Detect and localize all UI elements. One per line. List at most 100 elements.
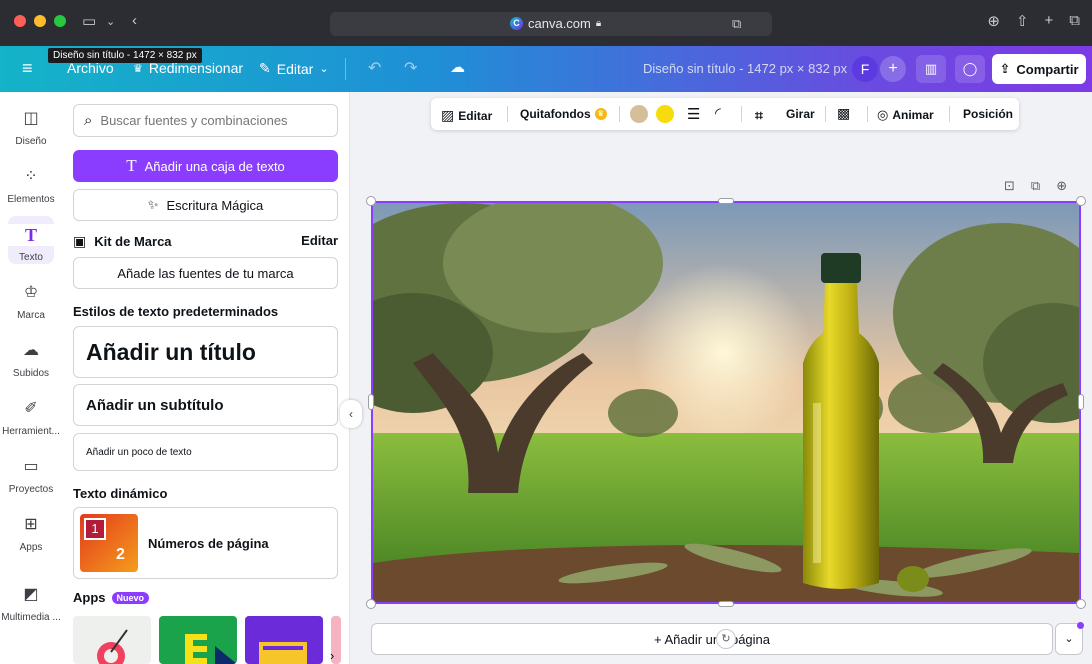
edit-image-button[interactable]: ▨ Editar [441,107,492,124]
add-body-text-button[interactable]: Añadir un poco de texto [73,433,338,471]
divider [949,106,950,122]
resize-handle[interactable] [718,198,734,204]
crown-icon: ♛ [133,62,143,75]
new-badge: Nuevo [111,591,150,604]
rail-label: Subidos [12,368,50,379]
transparency-icon[interactable]: ▩ [837,105,850,122]
rail-label: Apps [19,542,43,553]
chevron-right-icon[interactable]: › [330,648,334,663]
upload-share-icon: ⇪ [999,61,1011,76]
design-artboard[interactable] [371,201,1081,604]
rail-item-brand[interactable]: ♔ Marca [0,282,62,321]
bg-remover-button[interactable]: Quitafondos ♛ [520,107,607,121]
minimize-window-button[interactable] [34,15,46,27]
resize-handle[interactable] [368,394,374,410]
back-icon[interactable]: ‹ [132,12,137,29]
media-icon: ◩ [23,586,39,603]
resize-handle[interactable] [366,196,376,206]
collapse-panel-button[interactable]: ‹ [340,400,362,428]
duplicate-icon[interactable]: ⧉ [1031,178,1040,194]
add-title-button[interactable]: Añadir un título [73,326,338,378]
pages-expand-button[interactable]: ⌄ [1055,622,1084,655]
resize-handle[interactable] [718,601,734,607]
text-icon: T [126,156,137,175]
search-input[interactable] [100,113,321,128]
text-icon: T [0,224,62,246]
redo-icon[interactable]: ↷ [404,58,417,78]
corner-rounding-icon[interactable]: ◜ [715,104,721,122]
hamburger-icon[interactable]: ≡ [22,58,33,79]
divider [741,106,742,122]
insights-chart-icon[interactable]: ▥ [916,55,946,83]
olive-oil-image[interactable] [373,203,1079,602]
edit-image-label: Editar [458,108,493,123]
image-context-toolbar: ▨ Editar Quitafondos ♛ ☰ ◜ ⌗ Girar ▩ ◎ A… [431,98,1019,130]
add-text-box-button[interactable]: T Añadir una caja de texto [73,150,338,182]
app-thumbnail[interactable] [159,616,237,664]
comment-icon[interactable]: ◯ [955,55,985,83]
rail-item-projects[interactable]: ▭ Proyectos [0,456,62,495]
divider [825,106,826,122]
brand-icon: ♔ [23,284,39,301]
lock-icon: 🔒︎ [595,18,602,29]
rail-item-media[interactable]: ◩ Multimedia ... [0,584,62,623]
resize-handle[interactable] [366,599,376,609]
page-tools: ⊡ ⧉ ⊕ [1004,178,1067,194]
tabs-icon[interactable]: ⧉ [1069,12,1080,30]
rail-item-tools[interactable]: ✐ Herramient... [0,398,62,437]
avatar[interactable]: F [852,56,878,82]
add-brand-fonts-button[interactable]: Añade las fuentes de tu marca [73,257,338,289]
document-title[interactable]: Diseño sin título - 1472 px × 832 px [643,61,847,76]
shapes-icon: ⁘ [24,168,38,185]
page-numbers-card[interactable]: 1 2 Números de página [73,507,338,579]
stroke-weight-icon[interactable]: ☰ [687,105,700,123]
apps-label: Apps [73,590,106,605]
chevron-down-icon: ⌄ [319,63,329,75]
share-button[interactable]: ⇪ Compartir [992,54,1086,84]
tab-overview-icon[interactable]: ⧉ [732,16,741,32]
resize-handle[interactable] [1076,196,1086,206]
color-swatch[interactable] [656,105,674,123]
resize-handle[interactable] [1076,599,1086,609]
rail-item-text[interactable]: T Texto [0,224,62,263]
page-numbers-thumbnail: 1 2 [80,514,138,572]
add-page-icon[interactable]: ⊕ [1056,178,1067,194]
rotate-button[interactable]: Girar [786,107,815,121]
download-icon[interactable]: ⊕ [987,12,1000,30]
chevron-down-icon[interactable]: ⌄ [106,15,115,28]
undo-icon[interactable]: ↶ [368,58,381,78]
divider [867,106,868,122]
edit-mode-button[interactable]: ✎ Editar ⌄ [259,60,329,77]
brand-kit-edit-link[interactable]: Editar [301,233,338,250]
magic-write-button[interactable]: ✨︎ Escritura Mágica [73,189,338,221]
address-bar[interactable]: C canva.com 🔒︎ ⧉ [330,12,772,36]
window-controls [14,15,66,27]
sidebar-toggle-icon[interactable]: ▭ [82,12,96,30]
cloud-saved-icon[interactable]: ☁ [450,58,465,76]
invite-plus-button[interactable]: + [880,56,906,82]
app-thumbnail[interactable] [245,616,323,664]
share-icon[interactable]: ⇧ [1016,12,1029,30]
animate-button[interactable]: ◎ Animar [877,107,934,123]
browser-chrome: ▭ ⌄ ‹ C canva.com 🔒︎ ⧉ ⊕ ⇧ + ⧉ [0,0,1092,46]
add-page-button[interactable]: + Añadir una página [371,623,1053,655]
position-button[interactable]: Posición [963,107,1013,121]
rail-item-design[interactable]: ◫ Diseño [0,108,62,147]
lock-icon[interactable]: ⊡ [1004,178,1015,194]
rail-item-apps[interactable]: ⊞ Apps [0,514,62,553]
maximize-window-button[interactable] [54,15,66,27]
resize-handle[interactable] [1078,394,1084,410]
app-thumbnail[interactable] [73,616,151,664]
rotate-handle-icon[interactable]: ↻ [716,629,736,649]
app-logo-icon [185,634,237,664]
color-swatch[interactable] [630,105,648,123]
crown-icon: ♛ [594,108,607,120]
rail-item-elements[interactable]: ⁘ Elementos [0,166,62,205]
magic-wand-icon: ✨︎ [147,197,159,212]
add-subtitle-button[interactable]: Añadir un subtítulo [73,384,338,426]
new-tab-icon[interactable]: + [1045,12,1054,30]
close-window-button[interactable] [14,15,26,27]
font-search[interactable]: ⌕ [73,104,338,137]
crop-button[interactable]: ⌗ [755,107,763,124]
rail-item-uploads[interactable]: ☁ Subidos [0,340,62,379]
